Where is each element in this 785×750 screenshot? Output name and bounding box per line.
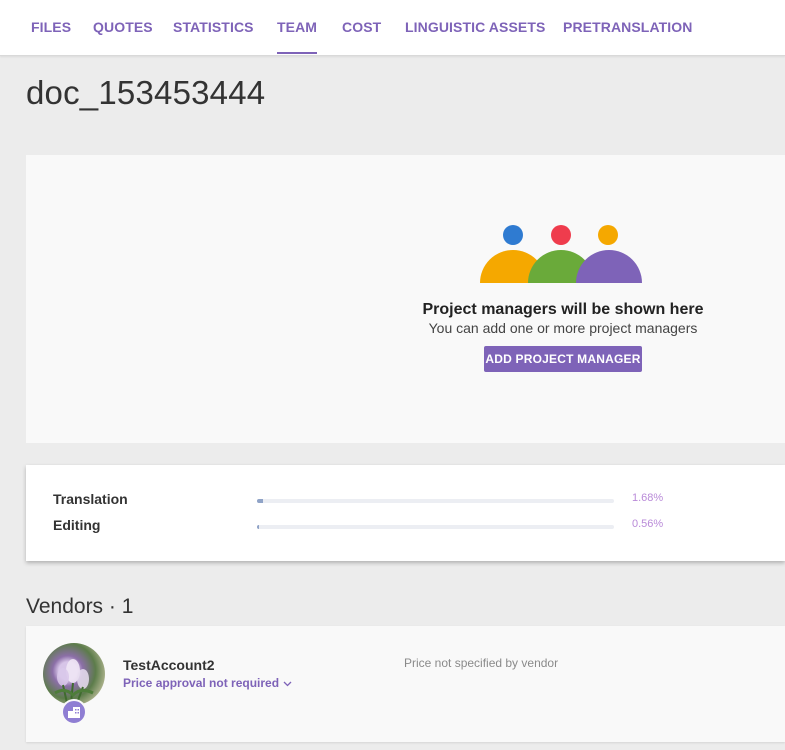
vendor-card: TestAccount2 Price approval not required… <box>26 626 785 742</box>
workflow-progress-panel: Translation 1.68% Editing 0.56% <box>26 465 785 561</box>
tab-cost[interactable]: COST <box>342 0 381 56</box>
tab-files[interactable]: FILES <box>31 0 71 56</box>
price-approval-label: Price approval not required <box>123 676 280 690</box>
progress-label: Translation <box>53 491 128 507</box>
project-managers-empty-title: Project managers will be shown here <box>422 301 704 318</box>
progress-row-editing: Editing 0.56% <box>26 517 785 537</box>
progress-bar-fill <box>257 525 259 529</box>
vendors-heading: Vendors · 1 <box>26 595 134 618</box>
progress-percent: 1.68% <box>632 492 664 504</box>
project-managers-empty-subtitle: You can add one or more project managers <box>428 320 698 336</box>
progress-bar-fill <box>257 499 263 503</box>
project-managers-panel: Project managers will be shown here You … <box>26 155 785 443</box>
vendor-price-status: Price not specified by vendor <box>404 656 559 670</box>
progress-bar <box>257 525 614 529</box>
tab-linguistic-assets[interactable]: LINGUISTIC ASSETS <box>405 0 545 56</box>
add-project-manager-button[interactable]: ADD PROJECT MANAGER <box>484 346 642 372</box>
progress-label: Editing <box>53 517 101 533</box>
person-right-head <box>598 225 618 245</box>
person-right-body <box>576 250 642 283</box>
price-approval-dropdown[interactable]: Price approval not required <box>123 676 292 690</box>
tab-team[interactable]: TEAM <box>277 0 318 56</box>
tab-statistics[interactable]: STATISTICS <box>173 0 254 56</box>
tab-bar: FILES QUOTES STATISTICS TEAM COST LINGUI… <box>0 0 785 56</box>
page-title: doc_153453444 <box>26 74 266 111</box>
team-illustration-icon <box>480 225 642 283</box>
tab-pretranslation[interactable]: PRETRANSLATION <box>563 0 692 56</box>
progress-row-translation: Translation 1.68% <box>26 491 785 511</box>
vendor-name: TestAccount2 <box>123 657 215 673</box>
vendor-avatar <box>43 643 105 705</box>
tab-quotes[interactable]: QUOTES <box>93 0 153 56</box>
person-left-head <box>503 225 523 245</box>
vendor-avatar-photo <box>54 659 94 704</box>
person-middle-head <box>551 225 571 245</box>
company-building-icon <box>61 699 87 725</box>
progress-bar <box>257 499 614 503</box>
progress-percent: 0.56% <box>632 518 664 530</box>
chevron-down-icon <box>283 681 292 687</box>
